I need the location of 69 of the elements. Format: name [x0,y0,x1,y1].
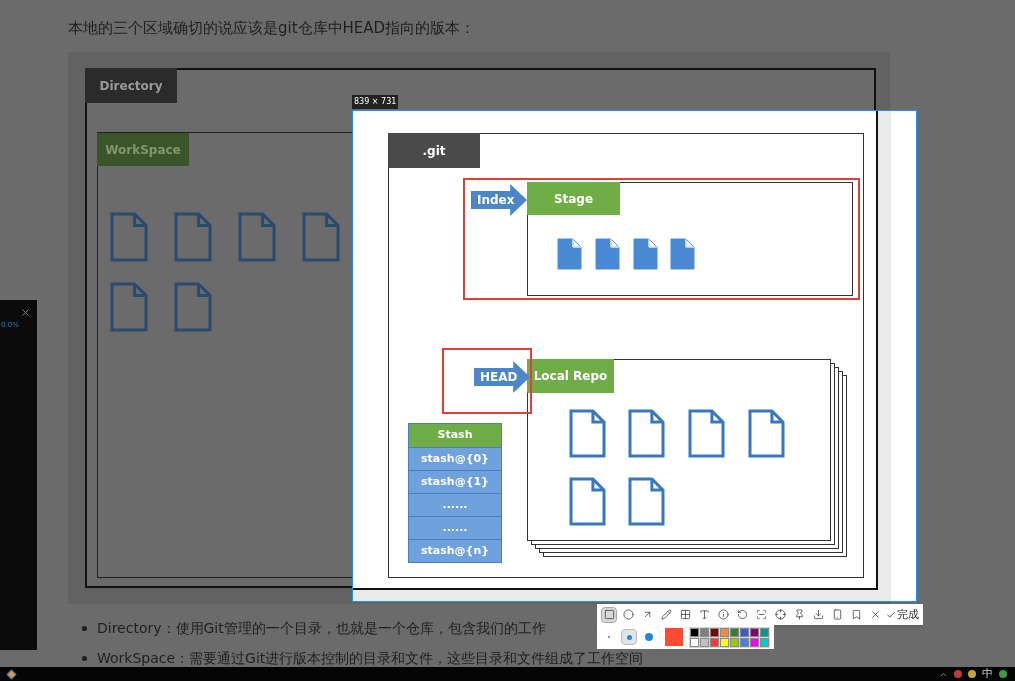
rectangle-icon [603,609,615,620]
ellipse-tool[interactable] [620,606,636,623]
stash-header: Stash [409,424,501,447]
color-swatch[interactable] [740,637,749,647]
pin-icon [793,609,805,620]
brush-size-option[interactable] [621,629,637,645]
file-icon [110,282,148,332]
check-icon [886,609,896,620]
file-icon [748,409,785,458]
done-button[interactable]: 完成 [886,608,919,621]
file-icon [110,212,148,262]
color-swatch[interactable] [760,637,769,647]
file-icon [628,477,665,526]
close-icon[interactable] [20,307,31,318]
color-swatch[interactable] [720,627,729,637]
color-swatch[interactable] [690,637,699,647]
file-icon [669,237,696,271]
color-swatch[interactable] [690,627,699,637]
ime-indicator[interactable]: 中 [982,668,993,680]
bookmark-icon [850,609,862,620]
stash-row: ...... [409,516,501,539]
file-icon [302,212,340,262]
app-icon[interactable] [6,669,17,679]
color-swatch[interactable] [740,627,749,637]
file-icon [238,212,276,262]
ellipse-icon [622,609,634,620]
current-color[interactable] [665,628,683,646]
bullet-text: WorkSpace：需要通过Git进行版本控制的目录和文件，这些目录和文件组成了工作空间 [97,649,644,667]
file-icon [569,477,606,526]
tray-icon[interactable] [999,670,1007,678]
color-swatch[interactable] [730,637,739,647]
pen-tool[interactable] [658,606,674,623]
file-icon [569,409,606,458]
file-icon [594,237,621,271]
pen-icon [660,609,672,620]
color-swatch[interactable] [710,637,719,647]
file-icon [632,237,659,271]
undo-icon [736,609,748,620]
heading: 本地的三个区域确切的说应该是git仓库中HEAD指向的版本： [68,18,476,38]
color-swatch[interactable] [700,637,709,647]
close-icon [869,609,881,620]
color-swatch[interactable] [750,637,759,647]
bullet-text: Directory：使用Git管理的一个目录，也就是一个仓库，包含我们的工作 [97,619,546,637]
stash-row: stash@{n} [409,539,501,562]
color-swatch[interactable] [730,627,739,637]
crosshair-tool[interactable] [772,606,788,623]
color-swatch[interactable] [720,637,729,647]
color-swatch[interactable] [700,627,709,637]
file-icon [556,237,583,271]
stash-row: stash@{1} [409,470,501,493]
number-icon [717,609,729,620]
file-icon [174,212,212,262]
file-icon [174,282,212,332]
color-swatch[interactable] [760,627,769,637]
number-tool[interactable] [715,606,731,623]
scan-icon [755,609,767,620]
stash-row: ...... [409,493,501,516]
size-label: 839 × 731 [352,95,399,109]
rectangle-tool[interactable] [601,606,617,623]
phone-icon [831,609,843,620]
mosaic-icon [679,609,691,620]
text-icon [698,609,710,620]
color-swatch[interactable] [710,627,719,637]
file-icon [688,409,725,458]
color-swatch[interactable] [750,627,759,637]
crosshair-icon [774,609,786,620]
file-icon [628,409,665,458]
stash-row: stash@{0} [409,447,501,470]
download-icon [812,609,824,620]
